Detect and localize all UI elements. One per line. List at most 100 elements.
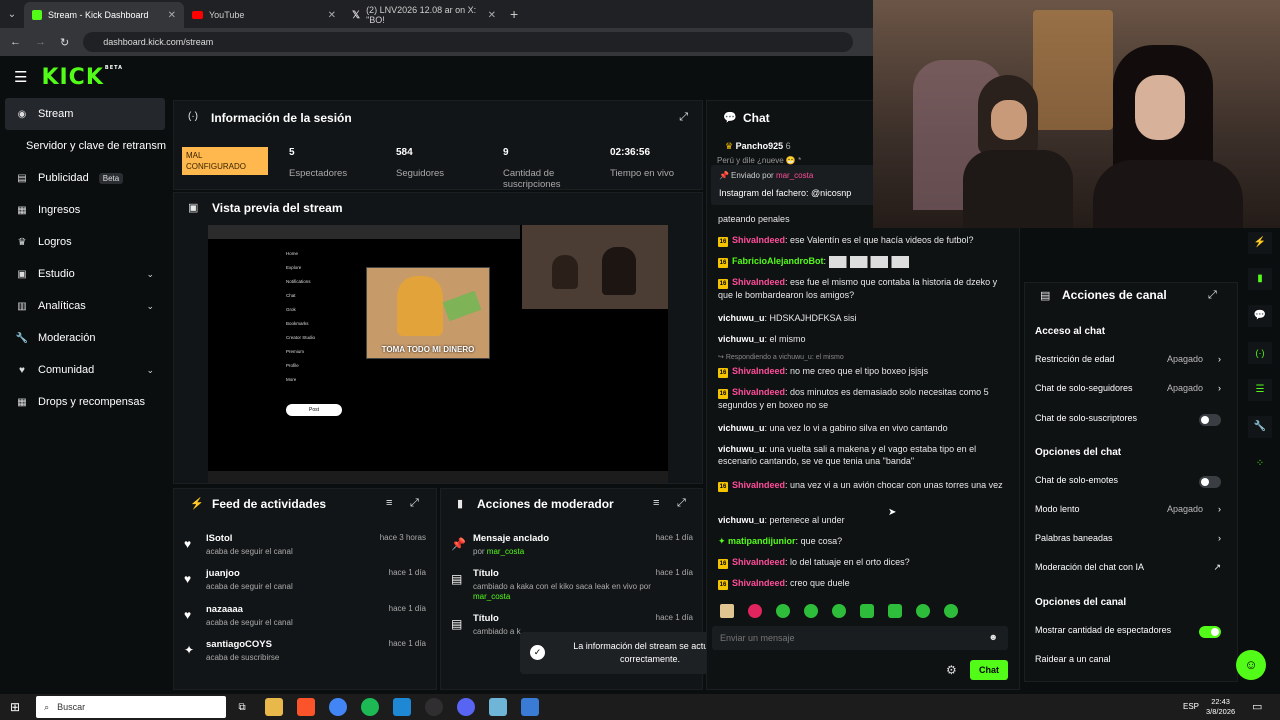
heart-icon: ♥ (184, 608, 192, 622)
bolt-tool-icon[interactable]: ⚡ (1248, 232, 1272, 254)
obs-icon[interactable] (425, 698, 444, 716)
emote-icon[interactable] (944, 604, 958, 618)
chat-message: 16 ShivaIndeed: ese Valentín es el que ha… (718, 235, 974, 247)
toggle-switch[interactable] (1199, 626, 1221, 638)
emote-icon[interactable] (804, 604, 818, 618)
pin-icon: 📌 (451, 537, 466, 551)
reply-context: ↪ Respondiendo a vichuwu_u: el mismo (718, 354, 844, 361)
task-view-icon[interactable]: ⧉ (233, 698, 251, 716)
tab-x[interactable]: 𝕏 (2) LNV2026 12.08 ar on X: "BO! ✕ (344, 2, 504, 28)
tab-list-chevron-icon[interactable]: ⌄ (0, 9, 24, 20)
stat-viewers: 5 Espectadores (289, 147, 348, 179)
expand-icon[interactable]: ⤢ (410, 497, 419, 510)
chrome-icon[interactable] (329, 698, 348, 716)
sidebar-item-community[interactable]: ♥ Comunidad ⌄ (0, 354, 170, 386)
x-menu-item: Home (286, 251, 299, 256)
taskbar-clock[interactable]: 22:43 3/8/2026 (1206, 697, 1235, 717)
help-button[interactable]: ☺ (1236, 650, 1266, 680)
setting-banned-words[interactable]: Palabras baneadas › (1035, 533, 1225, 549)
setting-age-restriction[interactable]: Restricción de edad Apagado › (1035, 354, 1225, 370)
emote-icon[interactable] (888, 604, 902, 618)
setting-followers-only[interactable]: Chat de solo-seguidores Apagado › (1035, 383, 1225, 399)
setting-slow-mode[interactable]: Modo lento Apagado › (1035, 504, 1225, 520)
heart-icon: ♥ (184, 537, 192, 551)
url-field[interactable]: dashboard.kick.com/stream (83, 32, 854, 52)
misconfigured-badge: MAL CONFIGURADO (182, 147, 268, 175)
list-tool-icon[interactable]: ☰ (1248, 379, 1272, 401)
taskbar-search[interactable]: ⌕ Buscar (36, 696, 227, 718)
toggle-switch[interactable] (1199, 414, 1221, 426)
wrench-tool-icon[interactable]: 🔧 (1248, 416, 1272, 438)
sidebar-item-label: Comunidad (38, 364, 95, 376)
setting-raid-channel[interactable]: Raidear a un canal (1035, 654, 1225, 670)
toggle-switch[interactable] (1199, 476, 1221, 488)
emote-icon[interactable] (776, 604, 790, 618)
sidebar-item-studio[interactable]: ▣ Estudio ⌄ (0, 258, 170, 290)
taskbar-lang[interactable]: ESP (1183, 702, 1199, 711)
calculator-icon[interactable] (521, 698, 540, 716)
document-tool-icon[interactable]: ▮ (1248, 268, 1272, 290)
search-icon: ⌕ (44, 701, 50, 712)
app-icon[interactable] (489, 698, 508, 716)
discord-icon[interactable] (457, 698, 476, 716)
expand-icon[interactable]: ⤢ (1208, 289, 1217, 302)
close-icon[interactable]: ✕ (488, 10, 496, 21)
analytics-icon: ▥ (17, 300, 27, 312)
chat-bubble-icon: 💬 (723, 112, 737, 124)
sidebar-item-analytics[interactable]: ▥ Analíticas ⌄ (0, 290, 170, 322)
emoji-icon[interactable]: ☻ (989, 632, 998, 642)
brave-icon[interactable] (297, 698, 316, 716)
reload-icon[interactable]: ↻ (60, 36, 69, 49)
filter-icon[interactable]: ≡ (653, 497, 659, 509)
setting-emotes-only[interactable]: Chat de solo-emotes (1035, 475, 1225, 491)
emote-icon[interactable] (720, 604, 734, 618)
apps-tool-icon[interactable]: ⁘ (1248, 453, 1272, 475)
sidebar-item-drops[interactable]: ▦ Drops y recompensas (0, 386, 170, 418)
new-tab-button[interactable]: + (510, 6, 518, 22)
emote-icon[interactable] (832, 604, 846, 618)
close-icon[interactable]: ✕ (328, 10, 336, 21)
gear-icon[interactable]: ⚙ (946, 663, 957, 677)
sidebar-item-server-key[interactable]: Servidor y clave de retransm (0, 130, 170, 162)
setting-ai-moderation[interactable]: Moderación del chat con IA ↗ (1035, 562, 1225, 578)
expand-icon[interactable]: ⤢ (679, 111, 688, 124)
chat-send-button[interactable]: Chat (970, 660, 1008, 680)
channel-actions-icon: ▤ (1040, 290, 1051, 302)
expand-icon[interactable]: ⤢ (677, 497, 686, 510)
kick-logo[interactable]: KICKBETA (41, 65, 123, 90)
x-menu-item: Grok (286, 307, 296, 312)
sidebar-item-income[interactable]: ▦ Ingresos (0, 194, 170, 226)
x-menu-item: Bookmarks (286, 321, 309, 326)
chat-message: 16 ShivaIndeed: creo que duele (718, 578, 850, 590)
sidebar-item-stream[interactable]: ◉ Stream (5, 98, 165, 130)
sidebar-item-achievements[interactable]: ♛ Logros (0, 226, 170, 258)
sidebar-item-moderation[interactable]: 🔧 Moderación (0, 322, 170, 354)
tab-youtube[interactable]: YouTube ✕ (184, 2, 344, 28)
tab-kick-dashboard[interactable]: Stream - Kick Dashboard ✕ (24, 2, 184, 28)
preview-browser-bar (208, 225, 520, 239)
emote-icon[interactable] (748, 604, 762, 618)
x-menu-item: Profile (286, 363, 299, 368)
chat-message: vichuwu_u: una vez lo vi a gabino silva … (718, 423, 948, 433)
file-explorer-icon[interactable] (265, 698, 284, 716)
windows-icon[interactable]: ⊞ (10, 700, 20, 714)
notification-icon[interactable]: ▭ (1252, 700, 1262, 713)
chat-tool-icon[interactable]: 💬 (1248, 305, 1272, 327)
hamburger-icon[interactable]: ☰ (14, 68, 27, 86)
chat-input[interactable] (716, 628, 978, 648)
filter-icon[interactable]: ≡ (386, 497, 392, 509)
stat-subscriptions: 9 Cantidad de suscripciones (503, 147, 561, 190)
broadcast-tool-icon[interactable]: (·) (1248, 342, 1272, 364)
setting-show-viewer-count[interactable]: Mostrar cantidad de espectadores (1035, 625, 1225, 641)
spotify-icon[interactable] (361, 698, 380, 716)
emote-bar (720, 603, 1010, 619)
stream-video[interactable]: Home Explore Notifications Chat Grok Boo… (208, 225, 668, 483)
back-icon[interactable]: ← (10, 36, 21, 48)
emote-icon[interactable] (860, 604, 874, 618)
setting-subscribers-only[interactable]: Chat de solo-suscriptores (1035, 413, 1225, 429)
vscode-icon[interactable] (393, 698, 412, 716)
emote-icon[interactable] (916, 604, 930, 618)
sidebar-item-advertising[interactable]: ▤ Publicidad Beta (0, 162, 170, 194)
forward-icon[interactable]: → (35, 36, 46, 48)
close-icon[interactable]: ✕ (168, 10, 176, 21)
